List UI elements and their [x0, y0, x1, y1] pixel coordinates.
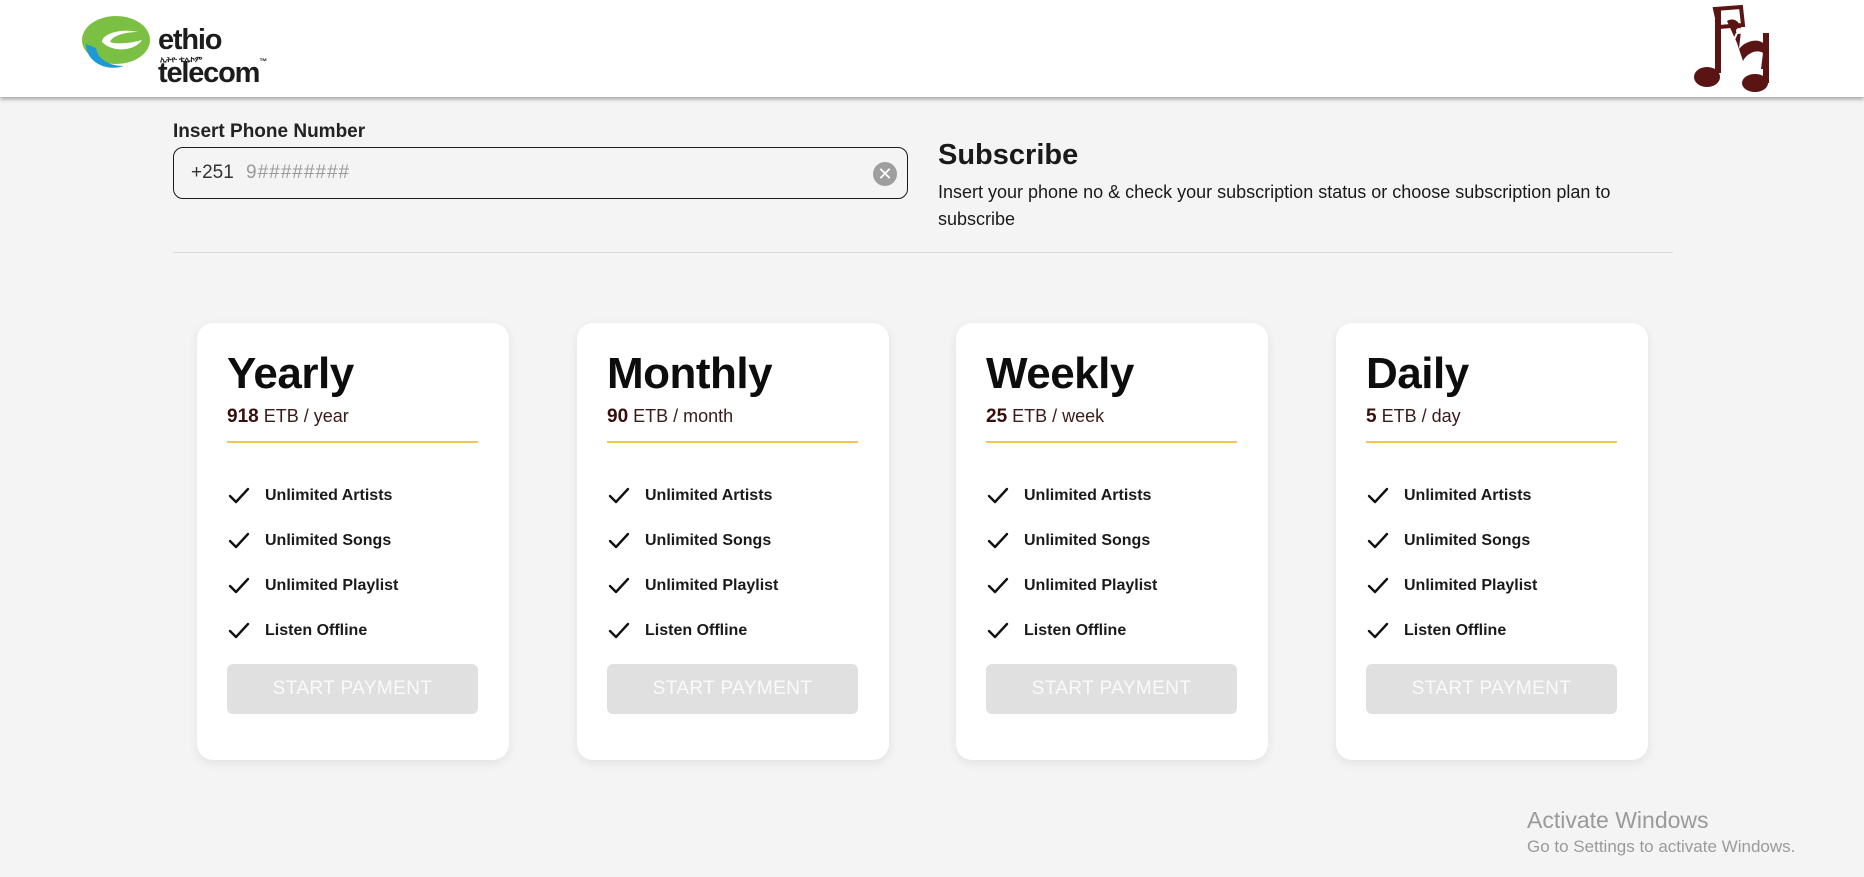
check-icon	[1367, 622, 1389, 638]
check-icon	[987, 577, 1009, 593]
activate-windows-watermark: Activate Windows Go to Settings to activ…	[1527, 805, 1795, 859]
plan-card-daily: Daily 5 ETB / day Unlimited Artists Unlimit…	[1336, 323, 1648, 760]
music-note-icon[interactable]	[1693, 3, 1775, 93]
check-icon	[987, 622, 1009, 638]
check-icon	[987, 532, 1009, 548]
plan-name: Monthly	[607, 349, 773, 398]
watermark-title: Activate Windows	[1527, 807, 1709, 833]
check-icon	[608, 532, 630, 548]
plan-card-weekly: Weekly 25 ETB / week Unlimited Artists Unli…	[956, 323, 1268, 760]
plan-divider	[1366, 441, 1617, 443]
plan-price: 5 ETB / day	[1366, 406, 1461, 428]
plan-amount: 918	[227, 406, 259, 427]
check-icon	[608, 487, 630, 503]
plan-name: Daily	[1366, 349, 1469, 398]
plan-feature: Unlimited Artists	[227, 473, 398, 518]
check-icon	[228, 622, 250, 638]
check-icon	[1367, 487, 1389, 503]
plan-feature: Unlimited Playlist	[1366, 563, 1537, 608]
subscribe-description: Insert your phone no & check your subscr…	[938, 182, 1611, 229]
plan-amount: 90	[607, 406, 629, 427]
section-divider	[173, 252, 1673, 253]
check-icon	[228, 532, 250, 548]
plan-card-monthly: Monthly 90 ETB / month Unlimited Artists Un…	[577, 323, 889, 760]
plan-feature: Unlimited Songs	[986, 518, 1157, 563]
phone-number-field[interactable]: +251 ✕	[173, 147, 908, 199]
plan-feature: Unlimited Songs	[227, 518, 398, 563]
feature-label: Unlimited Songs	[1024, 531, 1151, 549]
plan-unit: ETB / year	[263, 406, 349, 426]
start-payment-button[interactable]: START PAYMENT	[1366, 664, 1617, 714]
plan-amount: 25	[986, 406, 1008, 427]
check-icon	[1367, 577, 1389, 593]
feature-label: Unlimited Playlist	[1024, 576, 1158, 594]
feature-label: Listen Offline	[265, 621, 368, 639]
plan-feature: Unlimited Songs	[607, 518, 778, 563]
brand-swoosh-icon	[82, 16, 150, 68]
feature-label: Unlimited Artists	[265, 486, 393, 504]
feature-label: Unlimited Artists	[1404, 486, 1532, 504]
plan-price: 90 ETB / month	[607, 406, 733, 428]
feature-label: Unlimited Songs	[1404, 531, 1531, 549]
plan-name: Yearly	[227, 349, 354, 398]
check-icon	[228, 577, 250, 593]
plan-features-list: Unlimited Artists Unlimited Songs Unlimite…	[227, 473, 398, 653]
country-code: +251	[191, 162, 234, 183]
subscribe-title: Subscribe	[938, 139, 1079, 171]
start-payment-button[interactable]: START PAYMENT	[607, 664, 858, 714]
feature-label: Unlimited Playlist	[265, 576, 399, 594]
check-icon	[987, 487, 1009, 503]
plan-feature: Unlimited Artists	[1366, 473, 1537, 518]
clear-circle-icon[interactable]: ✕	[873, 162, 897, 186]
plan-features-list: Unlimited Artists Unlimited Songs Unlimite…	[607, 473, 778, 653]
feature-label: Unlimited Playlist	[1404, 576, 1538, 594]
feature-label: Unlimited Songs	[265, 531, 392, 549]
plan-divider	[227, 441, 478, 443]
top-header: ethio telecom™ ኢትዮ ቴሌኮም	[0, 0, 1864, 97]
feature-label: Unlimited Artists	[645, 486, 773, 504]
plan-features-list: Unlimited Artists Unlimited Songs Unlimite…	[1366, 473, 1537, 653]
plan-price: 25 ETB / week	[986, 406, 1104, 428]
start-payment-button[interactable]: START PAYMENT	[227, 664, 478, 714]
plan-unit: ETB / day	[1381, 406, 1461, 426]
plan-feature: Listen Offline	[227, 608, 398, 653]
feature-label: Unlimited Songs	[645, 531, 772, 549]
plan-feature: Listen Offline	[607, 608, 778, 653]
check-icon	[608, 577, 630, 593]
plan-unit: ETB / month	[633, 406, 734, 426]
plan-price: 918 ETB / year	[227, 406, 349, 428]
plan-name: Weekly	[986, 349, 1134, 398]
feature-label: Listen Offline	[1404, 621, 1507, 639]
phone-number-label: Insert Phone Number	[173, 121, 366, 142]
plan-feature: Unlimited Songs	[1366, 518, 1537, 563]
plan-feature: Unlimited Playlist	[607, 563, 778, 608]
plan-features-list: Unlimited Artists Unlimited Songs Unlimite…	[986, 473, 1157, 653]
plan-feature: Listen Offline	[986, 608, 1157, 653]
logo-subtext: ኢትዮ ቴሌኮም	[160, 55, 203, 64]
check-icon	[608, 622, 630, 638]
ethio-telecom-logo[interactable]: ethio telecom™ ኢትዮ ቴሌኮም	[80, 14, 330, 89]
phone-number-input[interactable]	[246, 157, 806, 189]
plan-divider	[986, 441, 1237, 443]
plan-feature: Unlimited Playlist	[227, 563, 398, 608]
check-icon	[228, 487, 250, 503]
plan-feature: Unlimited Artists	[986, 473, 1157, 518]
plan-divider	[607, 441, 858, 443]
plan-feature: Listen Offline	[1366, 608, 1537, 653]
feature-label: Listen Offline	[645, 621, 748, 639]
plan-feature: Unlimited Artists	[607, 473, 778, 518]
feature-label: Listen Offline	[1024, 621, 1127, 639]
start-payment-button[interactable]: START PAYMENT	[986, 664, 1237, 714]
plan-feature: Unlimited Playlist	[986, 563, 1157, 608]
watermark-subtitle: Go to Settings to activate Windows.	[1527, 837, 1796, 856]
feature-label: Unlimited Playlist	[645, 576, 779, 594]
plan-card-yearly: Yearly 918 ETB / year Unlimited Artists Unl…	[197, 323, 509, 760]
plan-unit: ETB / week	[1012, 406, 1105, 426]
check-icon	[1367, 532, 1389, 548]
plan-amount: 5	[1366, 406, 1377, 427]
feature-label: Unlimited Artists	[1024, 486, 1152, 504]
